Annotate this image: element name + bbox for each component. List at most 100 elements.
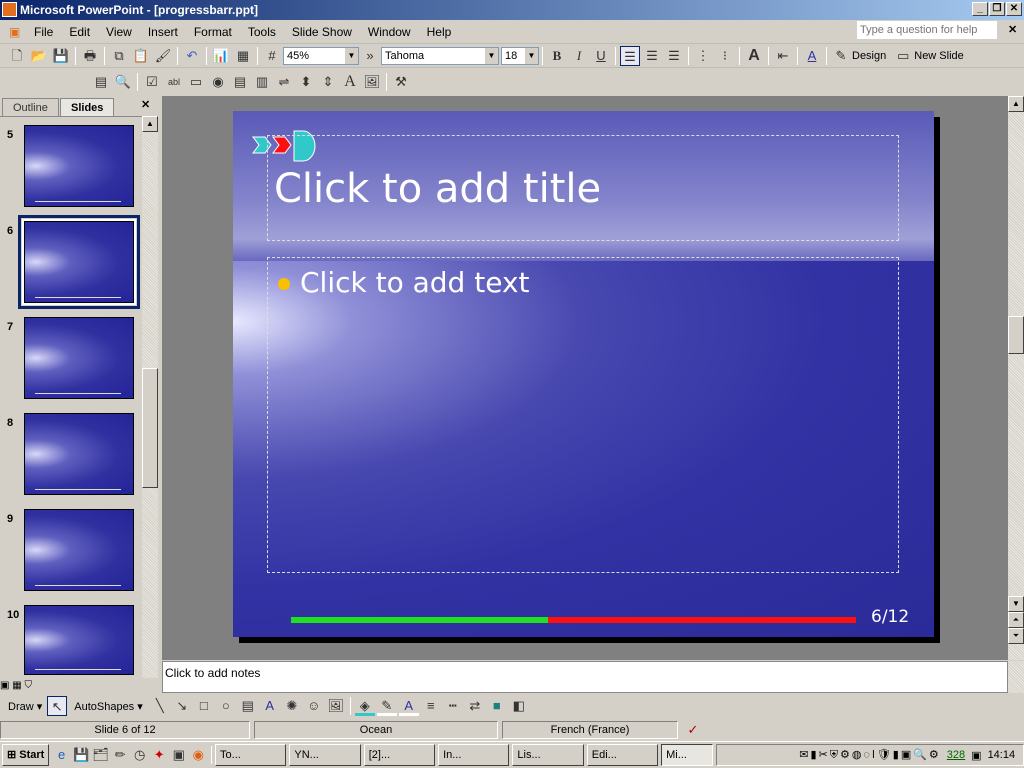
menu-edit[interactable]: Edit — [61, 25, 98, 39]
arrow-icon[interactable]: ↘ — [172, 696, 192, 716]
task-button[interactable]: Edi... — [586, 744, 659, 766]
more-controls-icon[interactable]: ⚒ — [391, 72, 411, 92]
task-button[interactable]: [2]... — [363, 744, 436, 766]
paste-icon[interactable]: 📋 — [131, 46, 151, 66]
grid-icon[interactable]: # — [262, 46, 282, 66]
properties-icon[interactable]: ▤ — [91, 72, 111, 92]
menu-help[interactable]: Help — [419, 25, 460, 39]
scroll-thumb[interactable] — [1008, 316, 1024, 354]
align-right-button[interactable]: ☰ — [664, 46, 684, 66]
document-icon[interactable]: ▣ — [1, 22, 25, 42]
draw-menu-button[interactable]: Draw ▾ — [8, 700, 42, 713]
autoshapes-menu-button[interactable]: AutoShapes ▾ — [74, 700, 143, 713]
clock-app-icon[interactable]: ◷ — [131, 745, 149, 765]
bold-button[interactable]: B — [547, 46, 567, 66]
toolbar-more-button[interactable]: » — [360, 46, 380, 66]
notes-pane[interactable]: Click to add notes — [162, 661, 1008, 693]
combobox-icon[interactable]: ▥ — [252, 72, 272, 92]
zoom-select[interactable]: 45% ▼ — [283, 46, 359, 65]
menu-slide-show[interactable]: Slide Show — [284, 25, 360, 39]
slide-scrollbar[interactable]: ▲ ▼ ⏶ ⏷ — [1008, 96, 1024, 660]
line-color-icon[interactable]: ✎ — [376, 696, 397, 716]
line-style-icon[interactable]: ≡ — [421, 696, 441, 716]
new-slide-button[interactable]: New Slide — [914, 50, 964, 62]
scroll-down-button[interactable]: ▼ — [1008, 596, 1024, 612]
clip-art-icon[interactable]: ☺ — [304, 696, 324, 716]
copy-icon[interactable]: ⧉ — [109, 46, 129, 66]
pane-close-button[interactable]: ✕ — [141, 98, 150, 111]
design-button[interactable]: Design — [852, 50, 886, 62]
font-select[interactable]: Tahoma ▼ — [381, 46, 499, 65]
dash-style-icon[interactable]: ┅ — [443, 696, 463, 716]
align-center-button[interactable]: ☰ — [642, 46, 662, 66]
app-icon[interactable]: ▣ — [170, 745, 188, 765]
floppy-icon[interactable]: 💾 — [72, 745, 90, 765]
diagram-icon[interactable]: ✺ — [282, 696, 302, 716]
textbox-icon[interactable]: abl — [164, 72, 184, 92]
spelling-icon[interactable]: ✓ — [683, 720, 703, 740]
close-button[interactable]: ✕ — [1006, 2, 1022, 16]
spin-button-icon[interactable]: ⬍ — [296, 72, 316, 92]
menu-view[interactable]: View — [98, 25, 140, 39]
tray-count[interactable]: 328 — [947, 749, 965, 761]
slide-show-icon[interactable]: ⛉ — [24, 680, 32, 691]
start-button[interactable]: ⊞ Start — [2, 744, 49, 766]
firefox-icon[interactable]: ◉ — [190, 745, 208, 765]
menu-tools[interactable]: Tools — [240, 25, 284, 39]
rectangle-icon[interactable]: □ — [194, 696, 214, 716]
slide-thumbnail[interactable] — [24, 605, 134, 675]
font-color-button[interactable]: A — [802, 46, 822, 66]
listbox-icon[interactable]: ▤ — [230, 72, 250, 92]
previous-slide-button[interactable]: ⏶ — [1008, 612, 1024, 628]
slide-sorter-icon[interactable]: ▦ — [12, 680, 21, 691]
app-icon[interactable]: ✦ — [150, 745, 168, 765]
numbering-button[interactable]: ⋮ — [693, 46, 713, 66]
restore-button[interactable]: ❐ — [989, 2, 1005, 16]
menu-insert[interactable]: Insert — [140, 25, 186, 39]
underline-button[interactable]: U — [591, 46, 611, 66]
fill-color-icon[interactable]: ◈ — [354, 696, 375, 716]
print-icon[interactable]: 🖶 — [80, 46, 100, 66]
select-objects-icon[interactable]: ↖ — [47, 696, 68, 716]
picture-icon[interactable]: 🖼 — [326, 696, 346, 716]
line-icon[interactable]: ╲ — [150, 696, 170, 716]
label-icon[interactable]: A — [340, 72, 360, 92]
image-icon[interactable]: 🖼 — [362, 72, 382, 92]
3d-icon[interactable]: ◧ — [509, 696, 529, 716]
task-button-active[interactable]: Mi... — [661, 744, 714, 766]
help-search-input[interactable] — [857, 21, 997, 39]
table-icon[interactable]: ▦ — [233, 46, 253, 66]
chart-icon[interactable]: 📊 — [211, 46, 231, 66]
oval-icon[interactable]: ○ — [216, 696, 236, 716]
menu-window[interactable]: Window — [360, 25, 419, 39]
align-left-button[interactable]: ☰ — [620, 45, 640, 66]
increase-font-button[interactable]: A — [744, 46, 764, 66]
body-placeholder[interactable]: Click to add text — [267, 257, 899, 573]
shadow-icon[interactable]: ■ — [487, 696, 507, 716]
slide-thumbnail-selected[interactable] — [18, 215, 140, 309]
save-icon[interactable]: 💾 — [51, 46, 71, 66]
task-button[interactable]: In... — [438, 744, 510, 766]
next-slide-button[interactable]: ⏷ — [1008, 628, 1024, 644]
option-button-icon[interactable]: ◉ — [208, 72, 228, 92]
task-button[interactable]: YN... — [289, 744, 361, 766]
scroll-up-button[interactable]: ▲ — [142, 116, 158, 132]
italic-button[interactable]: I — [569, 46, 589, 66]
decrease-indent-button[interactable]: ⇤ — [773, 46, 793, 66]
wordart-icon[interactable]: A — [260, 696, 280, 716]
slide-thumbnail[interactable] — [24, 509, 134, 591]
slide-thumbnail[interactable] — [24, 413, 134, 495]
open-icon[interactable]: 📂 — [29, 46, 49, 66]
tray-icons[interactable]: ✉▮✂⛨⚙◍◌ǀ🛡▮▣🔍⚙ — [799, 748, 941, 762]
menu-file[interactable]: File — [26, 25, 61, 39]
normal-view-icon[interactable]: ▣ — [0, 680, 9, 691]
slide-thumbnail[interactable] — [24, 317, 134, 399]
new-icon[interactable]: 🗋 — [7, 46, 27, 66]
task-button[interactable]: Lis... — [512, 744, 584, 766]
bullets-button[interactable]: ⁝ — [715, 46, 735, 66]
tray-icon[interactable]: ▣ — [971, 749, 981, 762]
scroll-up-button[interactable]: ▲ — [1008, 96, 1024, 112]
ie-icon[interactable]: e — [53, 745, 71, 765]
pencil-icon[interactable]: ✏ — [111, 745, 129, 765]
font-color-icon[interactable]: A — [398, 696, 419, 716]
